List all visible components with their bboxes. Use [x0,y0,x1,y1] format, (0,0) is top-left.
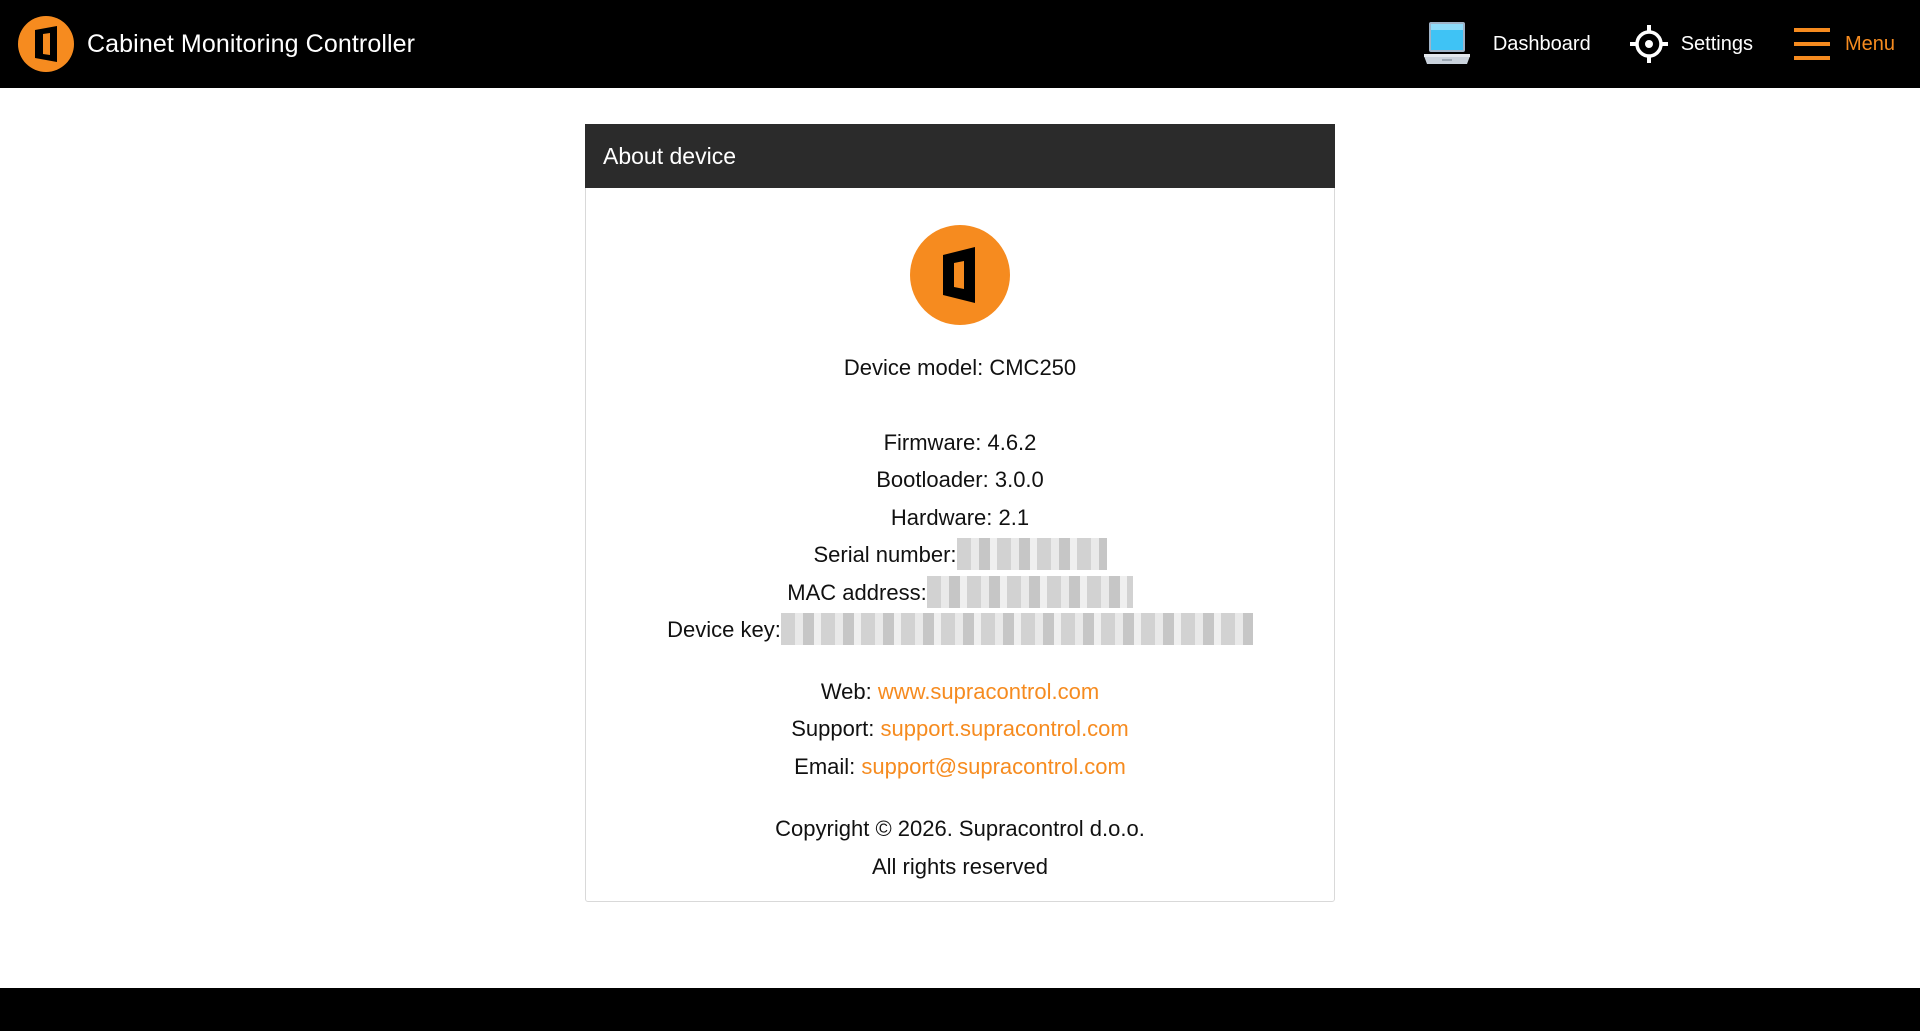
bootloader-version: Bootloader: 3.0.0 [876,467,1044,492]
nav-menu-label: Menu [1844,32,1895,55]
nav-menu[interactable]: Menu [1793,25,1895,63]
web-link[interactable]: www.supracontrol.com [878,679,1099,704]
nav-dashboard-label: Dashboard [1492,32,1591,55]
device-key: Device key: [586,611,1334,649]
gear-icon [1629,24,1669,64]
card-body: Device model: CMC250 Firmware: 4.6.2 Boo… [586,225,1334,885]
bootloader-value: 3.0.0 [994,467,1044,492]
app-title: Cabinet Monitoring Controller [87,29,416,58]
serial-number: Serial number: [586,536,1334,574]
about-device-card: About device Device model: CMC250 Firmwa… [585,124,1335,902]
nav-dashboard[interactable]: Dashboard [1421,18,1591,70]
footer-bar [0,988,1920,1031]
hardware-value: 2.1 [998,504,1030,530]
support-link[interactable]: support.supracontrol.com [881,716,1129,741]
firmware-value: 4.6.2 [987,429,1037,455]
mac-address: MAC address: [586,574,1334,612]
brand-logo-icon [18,16,74,72]
device-model-value: CMC250 [989,355,1077,380]
rights-reserved: All rights reserved [871,853,1049,879]
email-info: Email: support@supracontrol.com [794,753,1126,779]
brand[interactable]: Cabinet Monitoring Controller [18,16,415,72]
top-navbar: Cabinet Monitoring Controller Dashboard [0,0,1920,88]
device-model: Device model: CMC250 [843,355,1077,380]
copyright: Copyright © 2026. Supracontrol d.o.o. [775,816,1145,841]
device-logo-icon [910,225,1010,325]
nav-settings-label: Settings [1680,32,1753,55]
card-title: About device [585,124,1335,188]
laptop-icon [1421,18,1473,70]
hamburger-menu-icon [1793,25,1831,63]
email-link[interactable]: support@supracontrol.com [861,754,1125,779]
hardware-version: Hardware: 2.1 [890,504,1030,530]
device-key-redacted [780,613,1253,646]
serial-number-redacted [956,538,1107,571]
mac-address-redacted [926,575,1133,608]
main-nav: Dashboard Settings Menu [1421,0,1920,88]
firmware-version: Firmware: 4.6.2 [883,429,1037,455]
web-info: Web: www.supracontrol.com [820,678,1100,704]
support-info: Support: support.supracontrol.com [791,716,1129,741]
nav-settings[interactable]: Settings [1629,24,1753,64]
